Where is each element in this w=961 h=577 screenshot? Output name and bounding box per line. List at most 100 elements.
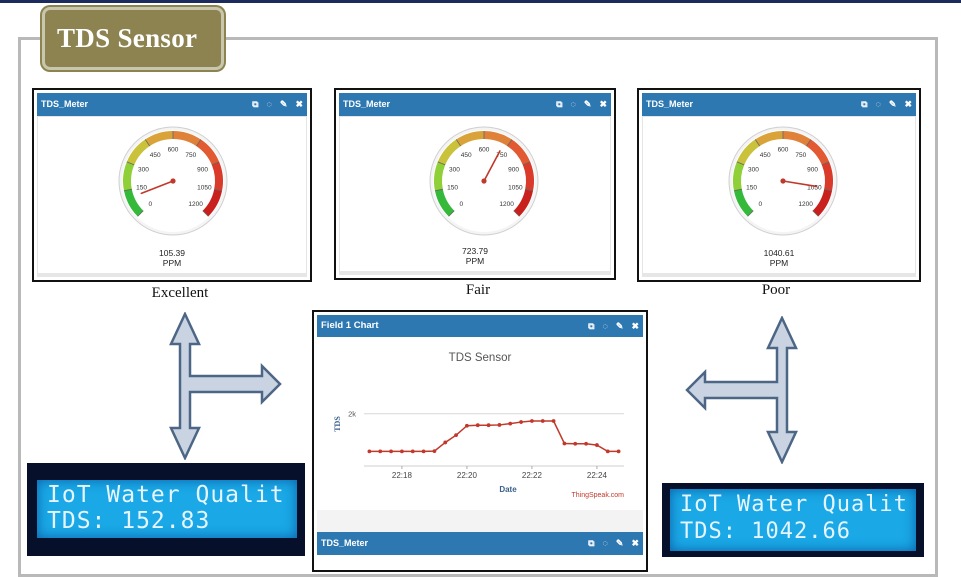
chart-data-point <box>432 449 437 453</box>
gauge-tick-label: 450 <box>760 152 771 159</box>
gauge-caption-excellent: Excellent <box>151 285 209 301</box>
widget-toolbar: ⧉ ◌ ✎ ✖ <box>861 93 912 116</box>
pencil-icon[interactable]: ✎ <box>889 100 897 109</box>
chart-data-point <box>378 449 383 454</box>
gauge: 015030045060075090010501200 <box>728 126 838 236</box>
pencil-icon[interactable]: ✎ <box>616 321 624 331</box>
gauge-tick-label: 600 <box>778 147 789 154</box>
gauge-unit: PPM <box>465 256 485 266</box>
chart-y-axis-label: TDS <box>333 416 342 432</box>
gauge-tick-label: 600 <box>479 147 490 154</box>
external-link-icon[interactable]: ⧉ <box>861 100 867 109</box>
lcd-display-right: IoT Water Qualit TDS: 1042.66 <box>662 483 924 557</box>
widget-toolbar: ⧉ ◌ ✎ ✖ <box>252 93 303 116</box>
chart-data-point <box>443 440 448 445</box>
gauge-tick-label: 750 <box>185 152 196 159</box>
close-icon[interactable]: ✖ <box>599 100 607 109</box>
field1-chart-widget: Field 1 Chart ⧉ ◌ ✎ ✖ TDS Sensor 2k 22:18… <box>312 310 648 572</box>
close-icon[interactable]: ✖ <box>631 539 639 548</box>
gauge-tick-label: 0 <box>759 201 763 208</box>
widget-bottom-bar <box>339 271 611 275</box>
gauge-value: 1040.61 <box>763 248 795 258</box>
lcd-display-left: IoT Water Qualit TDS: 152.83 <box>27 463 305 556</box>
gauge-tick-label: 750 <box>795 152 806 159</box>
close-icon[interactable]: ✖ <box>631 321 639 331</box>
chart-data-point <box>605 449 610 454</box>
comment-icon[interactable]: ◌ <box>876 100 881 109</box>
footer-widget-title: TDS_Meter <box>321 538 369 548</box>
close-icon[interactable]: ✖ <box>904 100 912 109</box>
gauge: 015030045060075090010501200 <box>118 126 228 236</box>
t-arrow-left <box>169 312 282 460</box>
t-arrow-left-shape <box>169 312 282 460</box>
external-link-icon[interactable]: ⧉ <box>588 321 594 331</box>
widget-bottom-bar <box>642 273 916 277</box>
widget-toolbar: ⧉ ◌ ✎ ✖ <box>588 315 639 337</box>
pencil-icon[interactable]: ✎ <box>280 100 288 109</box>
gauge-tick-label: 300 <box>748 166 759 173</box>
gauge-needle-hub <box>780 178 786 184</box>
gauge-tick-label: 0 <box>460 201 464 208</box>
page-title: TDS Sensor <box>57 23 198 53</box>
gauge-needle-hub <box>481 178 487 184</box>
gauge-band <box>522 161 534 191</box>
lcd-line-2: TDS: 152.83 <box>47 508 211 534</box>
chart-data-point <box>551 419 556 423</box>
widget-title: TDS_Meter <box>343 99 391 109</box>
chart-widget-bottom <box>317 555 643 569</box>
chart-x-tick-label: 22:22 <box>522 471 543 480</box>
gauge-tick-label: 150 <box>447 185 458 192</box>
chart-x-tick-label: 22:24 <box>587 471 608 480</box>
comment-icon[interactable]: ◌ <box>267 100 272 109</box>
gauge-caption-poor: Poor <box>761 282 791 298</box>
gauge-tick-label: 900 <box>197 166 208 173</box>
gauge-band <box>123 161 135 191</box>
chart-data-point <box>508 421 513 426</box>
gauge-band <box>733 161 745 191</box>
lcd-line-1: IoT Water Qualit <box>680 492 908 517</box>
tds-line-chart: 2k 22:18 22:20 22:22 22:24 Date TDS ThingSpeak.… <box>333 410 624 499</box>
pencil-icon[interactable]: ✎ <box>584 100 592 109</box>
chart-data-point <box>519 420 523 424</box>
comment-icon[interactable]: ◌ <box>603 539 608 548</box>
pencil-icon[interactable]: ✎ <box>616 539 624 548</box>
widget-title: TDS_Meter <box>646 99 694 109</box>
chart-data-point <box>389 449 393 454</box>
gauge-tick-label: 600 <box>168 147 179 154</box>
widget-body: 0 150 300 450 600 750 900 1050 1200 723.79 PPM <box>339 116 611 275</box>
chart-widget-title: Field 1 Chart <box>321 320 379 331</box>
chart-data-point <box>486 423 491 428</box>
lcd-screen: IoT Water Qualit TDS: 152.83 <box>37 480 297 538</box>
gauge-caption-fair: Fair <box>465 282 491 298</box>
chart-data-point <box>573 441 578 446</box>
external-link-icon[interactable]: ⧉ <box>556 100 562 109</box>
gauge-tick-label: 1200 <box>499 201 514 208</box>
comment-icon[interactable]: ◌ <box>571 100 576 109</box>
external-link-icon[interactable]: ⧉ <box>252 100 258 109</box>
chart-data-point <box>465 423 469 428</box>
gauge-tick-label: 450 <box>461 152 472 159</box>
chart-data-point <box>616 449 621 454</box>
widget-header: TDS_Meter ⧉ ◌ ✎ ✖ <box>339 93 611 116</box>
lcd-line-2: TDS: 1042.66 <box>680 519 851 544</box>
chart-data-point <box>530 419 534 423</box>
external-link-icon[interactable]: ⧉ <box>588 539 594 548</box>
gauge-value: 105.39 <box>159 248 185 258</box>
chart-series-line <box>369 420 619 453</box>
gauge-tick-label: 150 <box>136 185 147 192</box>
chart-title: TDS Sensor <box>448 352 512 364</box>
widget-toolbar: ⧉ ◌ ✎ ✖ <box>556 93 607 116</box>
gauge-band <box>821 161 833 191</box>
chart-widget-gap <box>317 510 643 532</box>
chart-watermark: ThingSpeak.com <box>571 492 624 499</box>
comment-icon[interactable]: ◌ <box>603 321 608 331</box>
lcd-screen: IoT Water Qualit TDS: 1042.66 <box>670 489 916 551</box>
chart-data-point <box>584 441 588 446</box>
gauge-tick-label: 300 <box>138 166 149 173</box>
gauge-band <box>211 161 223 191</box>
gauge-widget-fair: TDS_Meter ⧉ ◌ ✎ ✖ 0 150 300 450 600 750 900 105… <box>334 88 616 280</box>
gauge-band <box>434 161 446 191</box>
widget-body: 0 150 300 450 600 750 900 1050 1200 1040.61 PPM <box>642 116 916 277</box>
close-icon[interactable]: ✖ <box>295 100 303 109</box>
top-rule <box>0 0 961 3</box>
